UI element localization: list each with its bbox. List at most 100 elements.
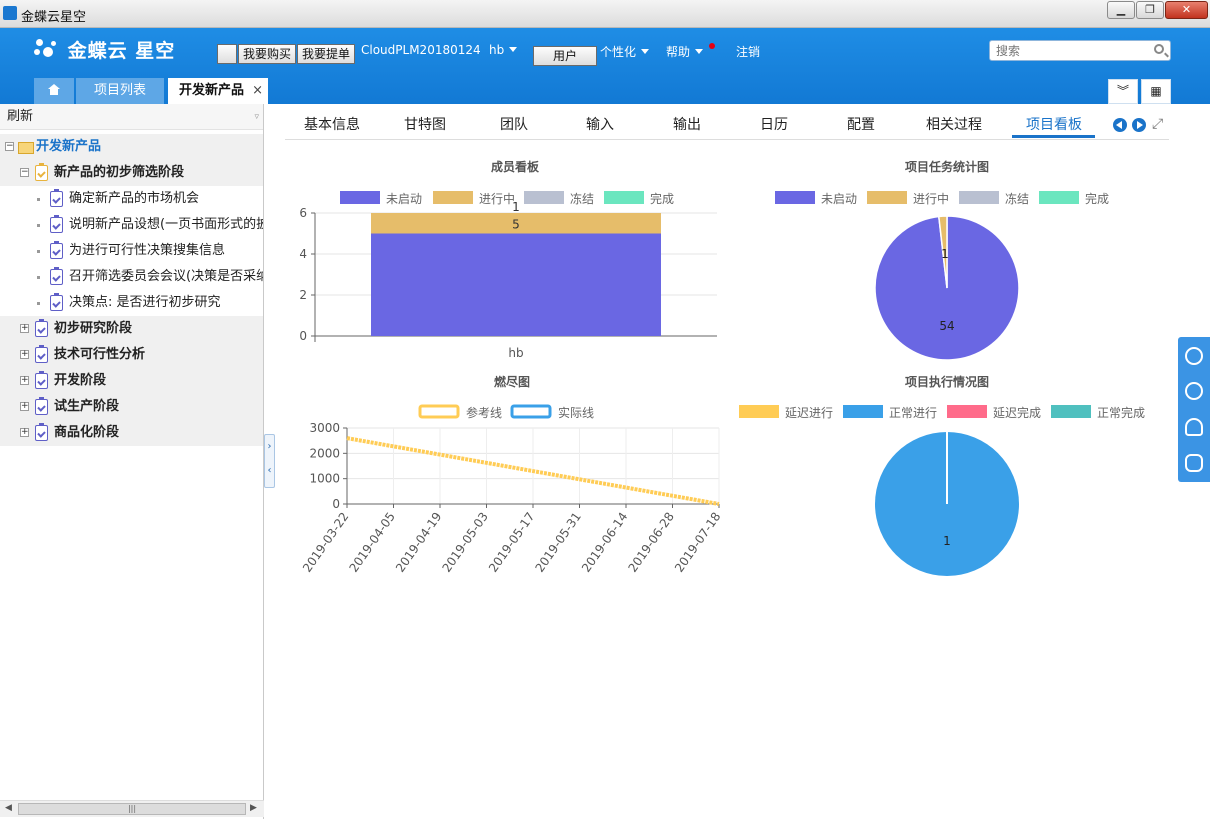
tab-project-list[interactable]: 项目列表: [76, 78, 164, 104]
tab-basic-info[interactable]: 基本信息: [304, 114, 360, 134]
home-tab[interactable]: [34, 78, 74, 104]
tree-phase[interactable]: + 初步研究阶段: [0, 316, 263, 342]
tab-calendar[interactable]: 日历: [760, 114, 788, 134]
tree-task[interactable]: 决策点: 是否进行初步研究: [0, 290, 263, 316]
legend-label: 冻结: [1005, 191, 1029, 206]
active-tab-indicator: [1012, 135, 1095, 138]
legend-label: 延迟进行: [785, 406, 833, 420]
bullet-icon: [37, 250, 40, 253]
logo-text: 金蝶云 星空: [67, 40, 176, 62]
legend-label: 进行中: [913, 191, 949, 206]
database-icon[interactable]: [1185, 454, 1203, 472]
fullscreen-icon[interactable]: ⤢: [1152, 116, 1163, 132]
bullet-icon: [37, 276, 40, 279]
grid-icon[interactable]: ▦: [1141, 79, 1171, 104]
legend-swatch: [959, 191, 999, 204]
user-menu[interactable]: hb: [489, 43, 518, 57]
legend-label: 延迟完成: [993, 405, 1041, 420]
tab-output[interactable]: 输出: [673, 114, 701, 134]
help-menu[interactable]: 帮助: [666, 43, 704, 60]
personalize-menu[interactable]: 个性化: [600, 43, 650, 60]
expand-icon[interactable]: +: [20, 428, 29, 437]
y-tick-label: 6: [299, 206, 307, 220]
x-tick-label: hb: [508, 346, 523, 360]
legend-swatch: [947, 405, 987, 418]
panel-menu-icon[interactable]: ▿: [254, 104, 259, 130]
minimize-button[interactable]: ▁: [1107, 1, 1135, 19]
chat-icon[interactable]: [1185, 382, 1203, 400]
collapse-icon[interactable]: −: [5, 142, 14, 151]
tree-phase[interactable]: + 开发阶段: [0, 368, 263, 394]
tree-phase[interactable]: + 技术可行性分析: [0, 342, 263, 368]
tab-gantt[interactable]: 甘特图: [404, 114, 446, 134]
data-label: 1: [943, 534, 951, 548]
legend-swatch: [524, 191, 564, 204]
cloud-icon[interactable]: [1185, 418, 1203, 436]
y-tick-label: 0: [332, 497, 340, 511]
expand-icon[interactable]: +: [20, 350, 29, 359]
previous-tab-icon[interactable]: [1113, 118, 1127, 132]
tree-phase[interactable]: + 商品化阶段: [0, 420, 263, 446]
tab-team[interactable]: 团队: [500, 114, 528, 134]
close-icon[interactable]: ×: [252, 78, 263, 104]
double-chevron-down-icon[interactable]: ︾: [1108, 79, 1138, 104]
scroll-left-icon[interactable]: ◀: [5, 803, 12, 813]
refresh-button[interactable]: 刷新 ▿: [0, 104, 263, 130]
tab-new-product[interactable]: 开发新产品 ×: [168, 78, 268, 104]
tree-phase[interactable]: − 新产品的初步筛选阶段: [0, 160, 263, 186]
close-window-button[interactable]: ✕: [1165, 1, 1208, 19]
folder-icon: [18, 142, 34, 154]
legend-swatch: [775, 191, 815, 204]
tree-task[interactable]: 说明新产品设想(一页书面形式的披露: [0, 212, 263, 238]
logout-link[interactable]: 注销: [736, 43, 760, 60]
chevron-down-icon: [509, 47, 518, 52]
panel-toggle[interactable]: › ‹: [264, 434, 275, 488]
tree-task[interactable]: 召开筛选委员会会议(决策是否采纳设: [0, 264, 263, 290]
scroll-thumb[interactable]: |||: [18, 803, 246, 815]
buy-button[interactable]: 我要购买: [238, 44, 296, 64]
task-icon: [35, 397, 48, 415]
tab-config[interactable]: 配置: [847, 114, 875, 134]
blank-button[interactable]: [217, 44, 237, 64]
tree-phase[interactable]: + 试生产阶段: [0, 394, 263, 420]
expand-icon[interactable]: +: [20, 324, 29, 333]
x-tick-label: 2019-05-03: [439, 510, 490, 575]
legend-label: 参考线: [466, 405, 502, 420]
data-label: 54: [939, 319, 954, 333]
chevron-down-icon: [641, 49, 650, 54]
tree-task-label: 说明新产品设想(一页书面形式的披露: [69, 217, 263, 232]
expand-icon[interactable]: +: [20, 402, 29, 411]
chevron-down-icon: [695, 49, 704, 54]
search-icon[interactable]: [1154, 44, 1164, 54]
tab-related-process[interactable]: 相关过程: [926, 114, 982, 134]
collapse-icon[interactable]: −: [20, 168, 29, 177]
tree-task[interactable]: 确定新产品的市场机会: [0, 186, 263, 212]
role-button[interactable]: 用户: [533, 46, 597, 66]
logo-icon: [34, 39, 60, 61]
task-icon: [50, 241, 63, 259]
tree-task[interactable]: 为进行可行性决策搜集信息: [0, 238, 263, 264]
tab-input[interactable]: 输入: [586, 114, 614, 134]
legend-swatch: [418, 404, 460, 419]
x-tick-label: 2019-06-28: [625, 510, 676, 575]
member-board-chart: 未启动 进行中 冻结 完成 0 2 4 6 5 1 hb: [299, 191, 717, 360]
next-tab-icon[interactable]: [1132, 118, 1146, 132]
legend-swatch: [739, 405, 779, 418]
tab-project-board[interactable]: 项目看板: [1026, 114, 1082, 134]
tree-root[interactable]: − 开发新产品: [0, 134, 263, 160]
scroll-right-icon[interactable]: ▶: [250, 803, 257, 813]
maximize-button[interactable]: ❐: [1136, 1, 1164, 19]
expand-icon[interactable]: +: [20, 376, 29, 385]
avatar-icon[interactable]: [1185, 347, 1203, 365]
task-icon: [35, 423, 48, 441]
horizontal-scrollbar[interactable]: ◀ ||| ▶: [0, 800, 264, 817]
request-button[interactable]: 我要提单: [297, 44, 355, 64]
y-tick-label: 0: [299, 329, 307, 343]
legend-swatch: [1051, 405, 1091, 418]
x-tick-label: 2019-05-17: [486, 510, 537, 575]
x-tick-label: 2019-07-18: [672, 510, 723, 575]
data-label: 5: [512, 218, 520, 232]
search-input[interactable]: [996, 41, 1146, 60]
task-icon: [35, 345, 48, 363]
task-icon: [50, 293, 63, 311]
